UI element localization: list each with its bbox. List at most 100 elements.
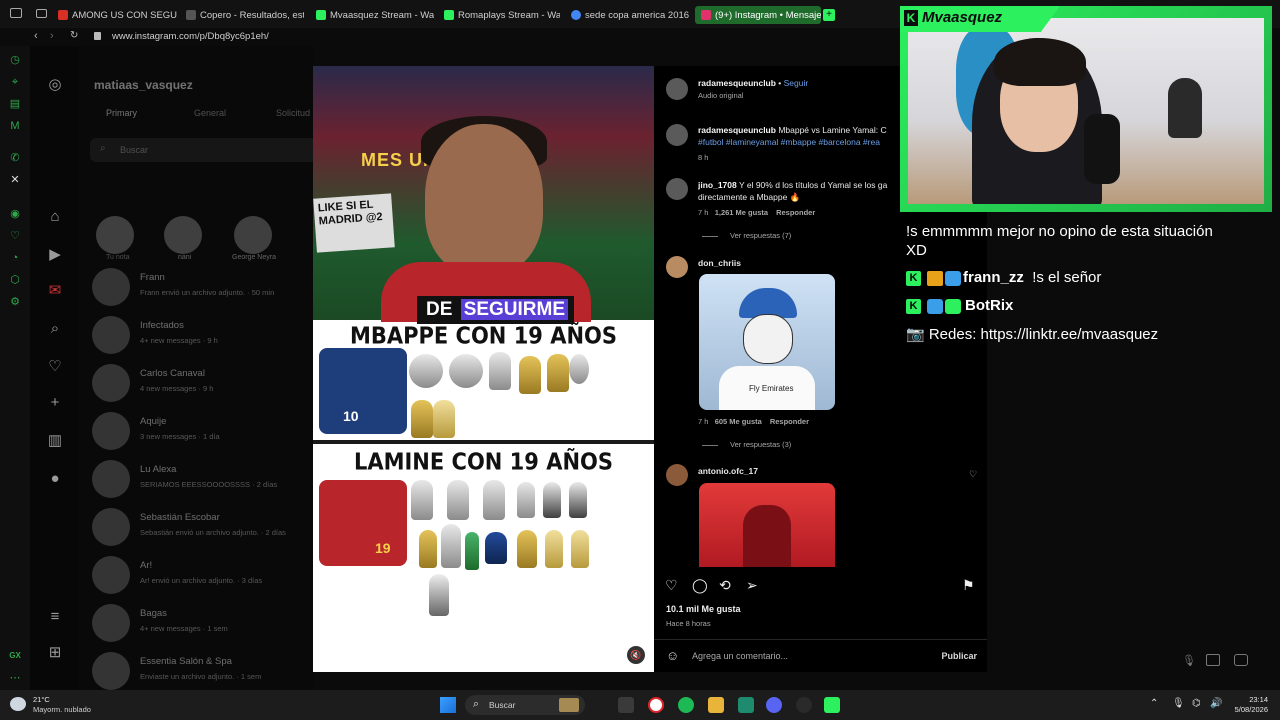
mic-icon[interactable]: 🎙 (1182, 654, 1196, 667)
notifications-icon[interactable]: ♡ (46, 358, 64, 376)
network-icon[interactable]: ⌬ (1192, 698, 1201, 709)
spotify-icon[interactable] (678, 697, 694, 713)
heart-icon[interactable]: ♡ (9, 230, 21, 242)
create-icon[interactable]: + (46, 394, 64, 412)
messages-icon[interactable]: ✉ (46, 282, 64, 300)
follow-button[interactable]: Seguir (784, 78, 809, 88)
more-icon[interactable]: ⋯ (9, 672, 21, 684)
tab-among-us[interactable]: AMONG US CON SEGU (58, 6, 178, 24)
likes-count[interactable]: 10.1 mil Me gusta (666, 604, 741, 614)
clock-time[interactable]: 23:14 (1249, 695, 1268, 704)
note-avatar[interactable] (234, 216, 272, 254)
view-replies-button[interactable]: Ver respuestas (3) (702, 440, 791, 449)
reply-button[interactable]: Responder (776, 208, 815, 217)
conversation-item[interactable]: Essentia Salón & Spa Enviaste un archivo … (92, 650, 312, 694)
like-comment-icon[interactable]: ♡ (969, 469, 977, 480)
author-avatar[interactable] (666, 124, 688, 146)
reload-icon[interactable]: ↻ (70, 30, 78, 41)
taskbar-search[interactable]: ⌕ Buscar (465, 695, 585, 715)
author-avatar[interactable] (666, 78, 688, 100)
search-icon[interactable]: ⌕ (46, 320, 64, 338)
reply-button[interactable]: Responder (770, 417, 809, 426)
conversation-item[interactable]: Lu Alexa SERIAMOS EEESSOOOOSSSS · 2 días (92, 458, 312, 502)
tab-instagram[interactable]: (9+) Instagram • Mensajes (695, 6, 821, 24)
audio-label[interactable]: Audio original (698, 91, 743, 100)
tab-primary[interactable]: Primary (106, 108, 137, 118)
history-icon[interactable]: ◷ (9, 54, 21, 66)
tab-copa-america[interactable]: sede copa america 2016 - (571, 6, 689, 24)
menu-icon[interactable]: ≡ (46, 608, 64, 626)
discord-icon[interactable] (766, 697, 782, 713)
back-icon[interactable]: ‹ (34, 30, 38, 42)
emoji-icon[interactable]: ☺ (666, 648, 679, 663)
clock-icon[interactable]: ◔ (9, 252, 21, 264)
tabs-icon[interactable] (36, 9, 47, 18)
m-app-icon[interactable]: M (9, 120, 21, 132)
settings-icon[interactable]: ⚙ (9, 296, 21, 308)
publish-button[interactable]: Publicar (941, 651, 977, 661)
tray-chevron-icon[interactable]: ⌃ (1150, 698, 1158, 709)
url-text[interactable]: www.instagram.com/p/Dbq8yc6p1eh/ (112, 31, 269, 42)
like-icon[interactable]: ♡ (665, 577, 678, 594)
comment-input[interactable]: Agrega un comentario... (692, 651, 788, 661)
author-username[interactable]: radamesqueunclub (698, 78, 776, 88)
forward-icon[interactable]: › (50, 30, 54, 42)
comment-avatar[interactable] (666, 464, 688, 486)
tab-romaplays[interactable]: Romaplays Stream - Watch (444, 6, 560, 24)
windows-start-icon[interactable] (440, 697, 456, 713)
tab-requests[interactable]: Solicitud (276, 108, 310, 118)
weather-temp[interactable]: 21°C (33, 695, 50, 704)
obs-icon[interactable] (796, 697, 812, 713)
file-explorer-icon[interactable] (708, 697, 724, 713)
home-icon[interactable]: ⌂ (46, 208, 64, 226)
note-avatar[interactable] (164, 216, 202, 254)
cube-icon[interactable]: ⬡ (9, 274, 21, 286)
tray-mic-icon[interactable]: 🎙 (1172, 698, 1185, 709)
conversation-item[interactable]: Bagas 4+ new messages · 1 sem (92, 602, 312, 646)
weather-icon[interactable] (10, 697, 26, 711)
comment-sticker-image[interactable]: Fly Emirates (699, 274, 835, 410)
conversation-item[interactable]: Aquije 3 new messages · 1 día (92, 410, 312, 454)
sticker-icon[interactable] (1234, 654, 1248, 666)
new-tab-button[interactable]: + (823, 9, 835, 21)
workspace-icon[interactable]: ▤ (9, 98, 21, 110)
sidebar-toggle-icon[interactable] (10, 8, 22, 18)
profile-icon[interactable]: ● (46, 470, 64, 488)
volume-icon[interactable]: 🔊 (1210, 698, 1222, 709)
comment-icon[interactable]: ◯ (692, 577, 708, 594)
note-avatar[interactable] (96, 216, 134, 254)
save-icon[interactable]: ⚑ (962, 577, 975, 594)
comment-avatar[interactable] (666, 178, 688, 200)
conversation-item[interactable]: Sebastián Escobar Sebastián envió un arch… (92, 506, 312, 550)
task-view-icon[interactable] (618, 697, 634, 713)
player-icon[interactable]: ◉ (9, 208, 21, 220)
repost-icon[interactable]: ⟲ (719, 577, 731, 594)
streaming-app-icon[interactable] (824, 697, 840, 713)
x-icon[interactable]: ✕ (9, 174, 21, 186)
conversation-item[interactable]: Ar! Ar! envió un archivo adjunto. · 3 día… (92, 554, 312, 598)
account-name[interactable]: matiaas_vasquez (94, 78, 193, 92)
app-icon[interactable] (738, 697, 754, 713)
share-icon[interactable]: ➢ (746, 577, 758, 594)
comment-photo[interactable] (699, 483, 835, 567)
conversation-item[interactable]: Infectados 4+ new messages · 9 h (92, 314, 312, 358)
weather-desc[interactable]: Mayorm. nublado (33, 705, 91, 714)
conversation-item[interactable]: Frann Frann envió un archivo adjunto. · 5… (92, 266, 312, 310)
tab-mvaasquez[interactable]: Mvaasquez Stream - Watch (316, 6, 434, 24)
post-media[interactable]: MES UN LIKE SI EL MADRID @2 DE SEGUIRME … (313, 66, 654, 672)
image-icon[interactable] (1206, 654, 1220, 666)
conversation-item[interactable]: Carlos Canaval 4 new messages · 9 h (92, 362, 312, 406)
view-replies-button[interactable]: Ver respuestas (7) (702, 231, 791, 240)
apps-icon[interactable]: ⊞ (46, 644, 64, 662)
pin-icon[interactable]: ⌖ (9, 76, 21, 88)
search-input[interactable]: ⌕ Buscar (90, 138, 316, 162)
mute-button[interactable]: 🔇 (627, 646, 645, 664)
whatsapp-icon[interactable]: ✆ (9, 152, 21, 164)
clock-date[interactable]: 5/08/2026 (1235, 705, 1268, 714)
reels-icon[interactable]: ▶ (46, 246, 64, 264)
comment-avatar[interactable] (666, 256, 688, 278)
opera-icon[interactable] (648, 697, 664, 713)
instagram-icon[interactable]: ◎ (46, 76, 64, 94)
tab-general[interactable]: General (194, 108, 226, 118)
tab-copero[interactable]: Copero - Resultados, estad (186, 6, 304, 24)
